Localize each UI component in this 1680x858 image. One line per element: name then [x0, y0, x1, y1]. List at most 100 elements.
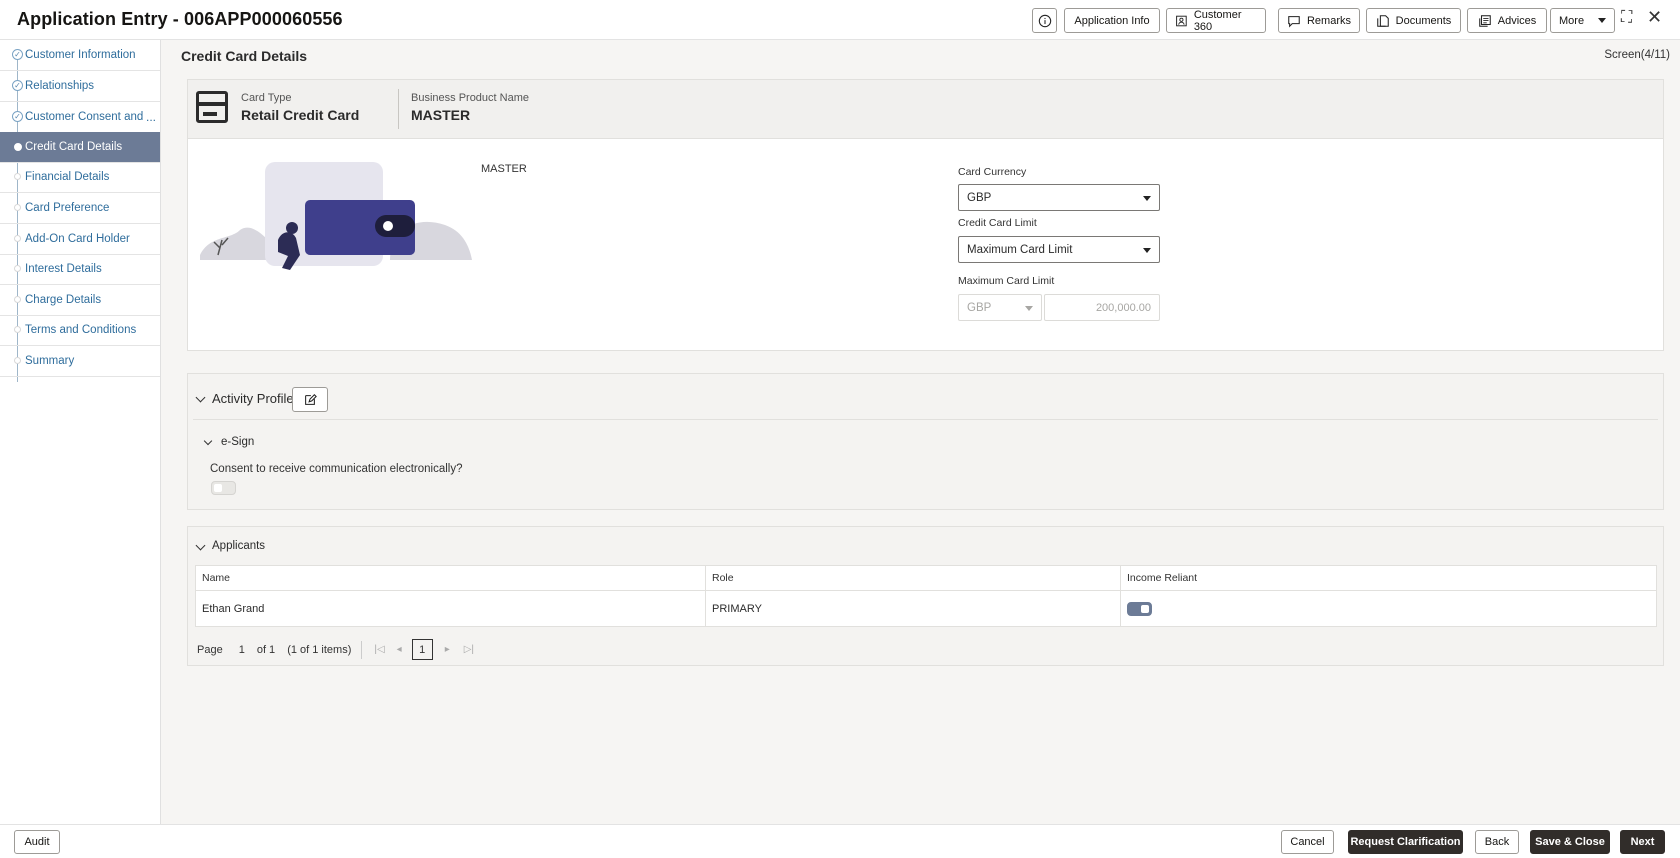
sidebar-item-credit-card-details[interactable]: Credit Card Details [0, 132, 160, 163]
max-limit-amount-value: 200,000.00 [1095, 301, 1151, 314]
cancel-button[interactable]: Cancel [1281, 830, 1334, 854]
check-icon: ✓ [12, 49, 23, 61]
card-summary-header: Card Type Retail Credit Card Business Pr… [188, 80, 1663, 139]
card-type-value: Retail Credit Card [241, 107, 360, 123]
sidebar-item-financial-details[interactable]: Financial Details [0, 162, 160, 193]
edit-icon [305, 393, 317, 405]
credit-card-limit-label: Credit Card Limit [958, 217, 1037, 229]
sidebar-item-relationships[interactable]: ✓ Relationships [0, 71, 160, 102]
chevron-down-icon[interactable] [195, 392, 206, 403]
sidebar-item-interest-details[interactable]: Interest Details [0, 254, 160, 285]
toggle-knob [214, 484, 222, 492]
edit-activity-button[interactable] [292, 387, 328, 412]
application-info-button[interactable]: Application Info [1064, 8, 1160, 33]
table-header-row: Name Role Income Reliant [195, 565, 1657, 591]
consent-toggle[interactable] [211, 481, 236, 495]
activity-profile-title: Activity Profile [212, 391, 294, 406]
advices-label: Advices [1497, 14, 1537, 27]
toggle-knob [1141, 604, 1149, 613]
info-icon [1038, 14, 1051, 27]
documents-label: Documents [1395, 14, 1452, 27]
sidebar-item-add-on-card-holder[interactable]: Add-On Card Holder [0, 224, 160, 255]
illustration-caption: MASTER [481, 163, 527, 175]
sidebar: ✓ Customer Information ✓ Relationships ✓… [0, 40, 161, 824]
max-limit-currency-value: GBP [967, 301, 992, 314]
sidebar-item-label: Add-On Card Holder [25, 232, 130, 245]
remarks-button[interactable]: Remarks [1278, 8, 1360, 33]
card-currency-select[interactable]: GBP [958, 184, 1160, 211]
esign-title: e-Sign [221, 436, 255, 448]
first-page-icon[interactable]: |◁ [374, 644, 384, 655]
truncation-ellipsis: ... [146, 110, 157, 124]
product-name-value: MASTER [411, 107, 471, 123]
check-icon: ✓ [12, 80, 23, 92]
divider [361, 640, 363, 659]
sidebar-item-label: Credit Card Details [25, 140, 123, 153]
step-icon [14, 357, 21, 365]
close-icon[interactable]: ✕ [1647, 7, 1662, 28]
sidebar-item-label: Card Preference [25, 201, 110, 214]
step-icon [14, 235, 21, 243]
audit-button[interactable]: Audit [14, 830, 60, 854]
pagination: Page 1 of 1 (1 of 1 items) |◁ ◂ 1 ▸ ▷| [197, 639, 474, 660]
applicant-name: Ethan Grand [195, 590, 706, 627]
main-content: Credit Card Details Screen(4/11) Card Ty… [161, 40, 1680, 824]
sidebar-item-customer-information[interactable]: ✓ Customer Information [0, 40, 160, 71]
applicants-table: Name Role Income Reliant Ethan Grand PRI… [195, 565, 1657, 627]
column-header-name[interactable]: Name [195, 565, 706, 591]
back-button[interactable]: Back [1475, 830, 1519, 854]
table-row[interactable]: Ethan Grand PRIMARY [195, 590, 1657, 627]
maximize-icon[interactable]: ⛶ [1621, 9, 1632, 27]
user-card-icon [1176, 15, 1187, 26]
card-details-panel: Card Type Retail Credit Card Business Pr… [187, 79, 1664, 351]
column-header-role[interactable]: Role [705, 565, 1121, 591]
sidebar-item-customer-consent[interactable]: ✓ Customer Consent and [0, 102, 160, 133]
documents-button[interactable]: Documents [1366, 8, 1461, 33]
step-icon [14, 204, 21, 212]
sidebar-item-summary[interactable]: Summary [0, 346, 160, 377]
card-currency-value: GBP [967, 191, 992, 204]
sidebar-item-label: Customer Information [25, 48, 136, 61]
advices-button[interactable]: Advices [1467, 8, 1547, 33]
page-title: Application Entry - 006APP000060556 [17, 9, 343, 29]
request-clarification-button[interactable]: Request Clarification [1348, 830, 1463, 854]
sidebar-item-card-preference[interactable]: Card Preference [0, 193, 160, 224]
more-dropdown[interactable]: More [1550, 8, 1615, 33]
more-label: More [1559, 14, 1585, 27]
remarks-label: Remarks [1306, 14, 1351, 27]
customer-360-button[interactable]: Customer 360 [1166, 8, 1266, 33]
income-reliant-cell [1120, 590, 1657, 627]
previous-page-icon[interactable]: ◂ [397, 644, 402, 655]
chevron-down-icon[interactable] [195, 540, 206, 551]
sidebar-item-label: Terms and Conditions [25, 323, 137, 336]
sidebar-item-label: Customer Consent and [25, 110, 144, 123]
sidebar-item-charge-details[interactable]: Charge Details [0, 285, 160, 316]
documents-icon [1376, 14, 1389, 27]
step-icon [14, 265, 21, 273]
page-input[interactable]: 1 [239, 644, 245, 656]
credit-card-limit-select[interactable]: Maximum Card Limit [958, 236, 1160, 263]
current-page[interactable]: 1 [411, 639, 433, 660]
step-icon [14, 173, 21, 181]
divider [398, 89, 399, 129]
screen-counter: Screen(4/11) [1604, 49, 1670, 61]
info-button[interactable] [1032, 8, 1057, 33]
comment-icon [1288, 15, 1300, 28]
caret-down-icon [1025, 306, 1033, 311]
page-label: Page [197, 643, 223, 656]
next-button[interactable]: Next [1620, 830, 1665, 854]
max-card-limit-label: Maximum Card Limit [958, 275, 1055, 287]
sidebar-item-terms-and-conditions[interactable]: Terms and Conditions [0, 315, 160, 346]
app-header: Application Entry - 006APP000060556 Appl… [0, 0, 1680, 40]
sidebar-item-label: Relationships [25, 79, 95, 92]
column-header-income-reliant[interactable]: Income Reliant [1120, 565, 1657, 591]
card-currency-label: Card Currency [958, 166, 1027, 178]
chevron-down-icon[interactable] [203, 436, 213, 446]
income-reliant-toggle[interactable] [1127, 601, 1152, 616]
applicants-panel: Applicants Name Role Income Reliant Etha… [187, 526, 1664, 666]
next-page-icon[interactable]: ▸ [445, 644, 450, 655]
last-page-icon[interactable]: ▷| [464, 644, 474, 655]
save-close-button[interactable]: Save & Close [1530, 830, 1610, 854]
application-info-label: Application Info [1074, 14, 1150, 27]
credit-card-limit-value: Maximum Card Limit [967, 243, 1073, 256]
